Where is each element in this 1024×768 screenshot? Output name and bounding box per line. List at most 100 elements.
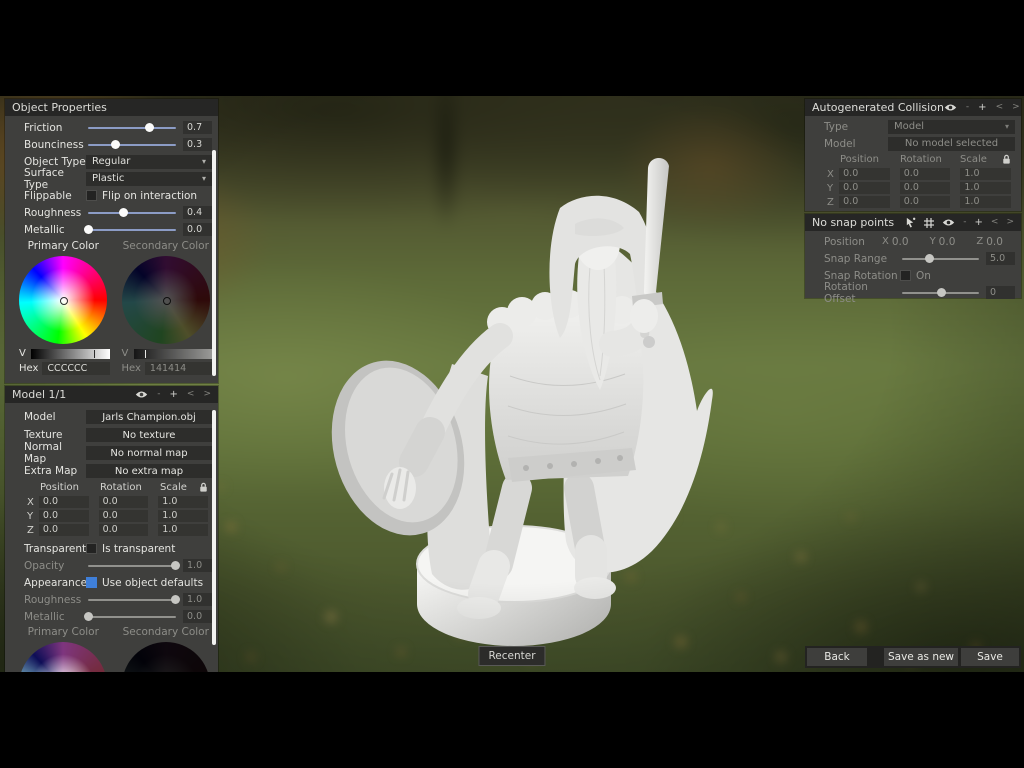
remove-snap-button[interactable]: - (963, 218, 966, 227)
eye-icon[interactable] (135, 390, 148, 399)
collision-position-z[interactable]: 0.0 (839, 196, 890, 208)
next-snap-button[interactable]: > (1006, 218, 1014, 227)
back-button[interactable]: Back (807, 648, 867, 666)
snap-z-input[interactable]: 0.0 (986, 236, 1015, 248)
collision-position-x[interactable]: 0.0 (839, 168, 890, 180)
collision-scale-z[interactable]: 1.0 (960, 196, 1011, 208)
snap-panel-header[interactable]: No snap points - + < > (805, 214, 1021, 231)
collision-panel-header[interactable]: Autogenerated Collision - + < > (805, 99, 1021, 116)
slider-knob[interactable] (84, 612, 93, 621)
eye-icon[interactable] (944, 103, 957, 112)
model-metallic-value[interactable]: 0.0 (183, 610, 212, 623)
model-roughness-value[interactable]: 1.0 (183, 593, 212, 606)
eye-icon[interactable] (942, 218, 955, 227)
slider-knob[interactable] (119, 208, 128, 217)
roughness-value[interactable]: 0.4 (183, 206, 212, 219)
bounciness-slider[interactable] (86, 136, 178, 153)
metallic-slider[interactable] (86, 221, 178, 238)
slider-knob[interactable] (925, 254, 934, 263)
collision-model-button[interactable]: No model selected (888, 137, 1015, 151)
remove-collision-button[interactable]: - (966, 103, 969, 112)
scale-y-input[interactable]: 1.0 (158, 510, 208, 522)
scrollbar[interactable] (212, 150, 216, 376)
rotation-y-input[interactable]: 0.0 (99, 510, 149, 522)
slider-knob[interactable] (111, 140, 120, 149)
snap-rotation-checkbox[interactable] (900, 270, 911, 281)
snap-pointer-icon[interactable] (905, 217, 916, 228)
normal-map-file-button[interactable]: No normal map (86, 446, 212, 460)
transparent-checkbox[interactable] (86, 543, 97, 554)
collision-position-y[interactable]: 0.0 (839, 182, 890, 194)
save-as-new-button[interactable]: Save as new (884, 648, 958, 666)
slider-knob[interactable] (84, 225, 93, 234)
next-model-button[interactable]: > (203, 390, 211, 399)
collision-rotation-x[interactable]: 0.0 (900, 168, 951, 180)
remove-model-button[interactable]: - (157, 390, 160, 399)
scale-x-input[interactable]: 1.0 (158, 496, 208, 508)
primary-color-wheel[interactable] (19, 256, 107, 344)
snap-range-value[interactable]: 5.0 (986, 252, 1015, 265)
roughness-slider[interactable] (86, 204, 178, 221)
friction-value[interactable]: 0.7 (183, 121, 212, 134)
model-roughness-slider[interactable] (86, 591, 178, 608)
recenter-button[interactable]: Recenter (478, 646, 545, 666)
secondary-hex-input[interactable]: 141414 (145, 362, 212, 375)
slider-knob[interactable] (937, 288, 946, 297)
opacity-value[interactable]: 1.0 (183, 559, 212, 572)
collision-rotation-z[interactable]: 0.0 (900, 196, 951, 208)
friction-slider[interactable] (86, 119, 178, 136)
collision-scale-y[interactable]: 1.0 (960, 182, 1011, 194)
add-model-button[interactable]: + (170, 390, 178, 400)
metallic-value[interactable]: 0.0 (183, 223, 212, 236)
secondary-value-bar[interactable] (134, 349, 213, 359)
snap-x-input[interactable]: 0.0 (892, 236, 923, 248)
collision-type-dropdown[interactable]: Model ▾ (888, 120, 1015, 134)
position-y-input[interactable]: 0.0 (39, 510, 89, 522)
prev-collision-button[interactable]: < (996, 103, 1004, 112)
primary-value-bar[interactable] (31, 349, 110, 359)
rotation-offset-value[interactable]: 0 (986, 286, 1015, 299)
snap-y-input[interactable]: 0.0 (939, 236, 970, 248)
surface-type-dropdown[interactable]: Plastic ▾ (86, 172, 212, 186)
flippable-checkbox[interactable] (86, 190, 97, 201)
scrollbar[interactable] (212, 410, 216, 645)
add-collision-button[interactable]: + (978, 103, 986, 113)
lock-icon[interactable] (1002, 154, 1011, 165)
prev-model-button[interactable]: < (187, 390, 195, 399)
model-metallic-slider[interactable] (86, 608, 178, 625)
slider-knob[interactable] (145, 123, 154, 132)
model-secondary-color-wheel[interactable] (122, 642, 210, 672)
object-type-dropdown[interactable]: Regular ▾ (86, 155, 212, 169)
position-z-input[interactable]: 0.0 (39, 524, 89, 536)
rotation-z-input[interactable]: 0.0 (99, 524, 149, 536)
collision-rotation-y[interactable]: 0.0 (900, 182, 951, 194)
snap-grid-icon[interactable] (924, 218, 934, 228)
bounciness-value[interactable]: 0.3 (183, 138, 212, 151)
model-primary-color-wheel[interactable] (19, 642, 107, 672)
value-bar-cursor[interactable] (94, 350, 95, 358)
add-snap-button[interactable]: + (975, 218, 983, 228)
rotation-x-input[interactable]: 0.0 (99, 496, 149, 508)
model-file-button[interactable]: Jarls Champion.obj (86, 410, 212, 424)
slider-knob[interactable] (171, 595, 180, 604)
texture-file-button[interactable]: No texture (86, 428, 212, 442)
primary-hex-input[interactable]: CCCCCC (42, 362, 109, 375)
next-collision-button[interactable]: > (1012, 103, 1020, 112)
prev-snap-button[interactable]: < (991, 218, 999, 227)
save-button[interactable]: Save (961, 648, 1019, 666)
opacity-slider[interactable] (86, 557, 178, 574)
secondary-color-wheel[interactable] (122, 256, 210, 344)
lock-icon[interactable] (199, 482, 208, 493)
value-bar-cursor[interactable] (145, 350, 146, 358)
model-panel-header[interactable]: Model 1/1 - + < > (5, 386, 218, 403)
appearance-checkbox[interactable] (86, 577, 97, 588)
rotation-offset-slider[interactable] (900, 284, 981, 301)
object-properties-header[interactable]: Object Properties (5, 99, 218, 116)
extra-map-file-button[interactable]: No extra map (86, 464, 212, 478)
scale-z-input[interactable]: 1.0 (158, 524, 208, 536)
snap-range-slider[interactable] (900, 250, 981, 267)
collision-transform-header: Position Rotation Scale (805, 152, 1021, 167)
collision-scale-x[interactable]: 1.0 (960, 168, 1011, 180)
slider-knob[interactable] (171, 561, 180, 570)
position-x-input[interactable]: 0.0 (39, 496, 89, 508)
